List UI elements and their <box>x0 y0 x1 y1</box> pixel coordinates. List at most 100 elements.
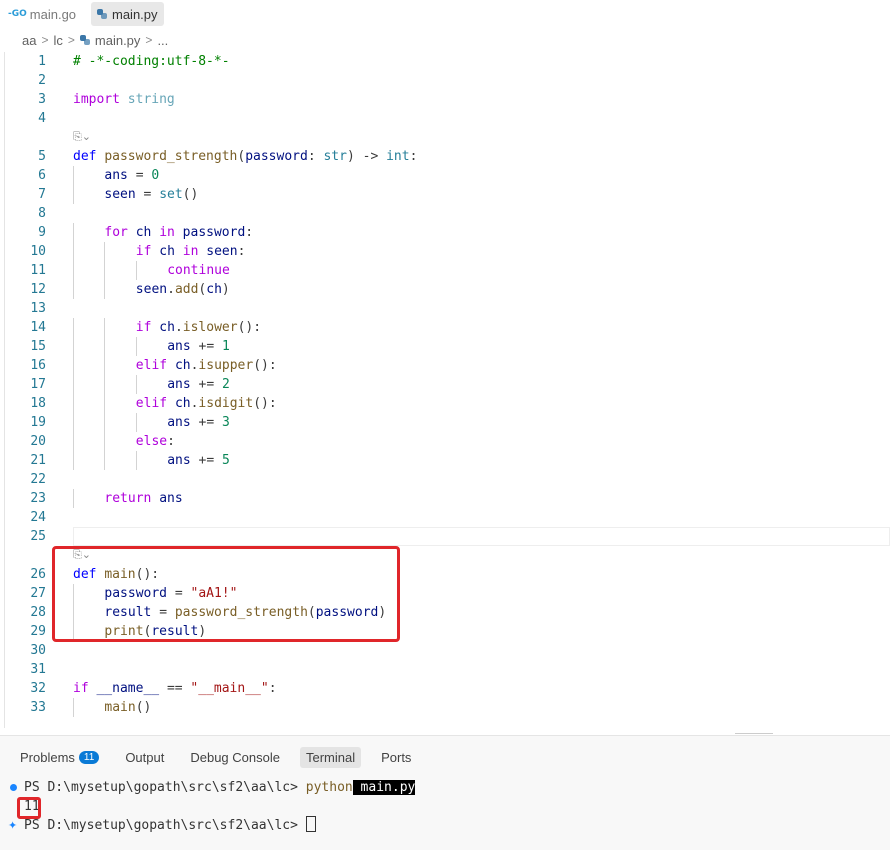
indent-guide <box>104 394 106 413</box>
indent-guide <box>73 489 74 508</box>
code-text: seen.add(ch) <box>135 282 230 297</box>
line-number: 15 <box>30 339 46 354</box>
indent-guide <box>135 337 137 356</box>
indent-guide <box>73 280 74 299</box>
tab-label: Ports <box>381 749 412 765</box>
line-number: 1 <box>38 54 46 69</box>
tab-main-py[interactable]: main.py <box>91 2 164 26</box>
terminal-line: PS D:\mysetup\gopath\src\sf2\aa\lc> pyth… <box>24 778 416 797</box>
breadcrumb-item[interactable]: main.py <box>95 33 141 48</box>
breadcrumb: aa > lc > main.py > ... <box>22 31 168 49</box>
line-number: 9 <box>38 225 46 240</box>
tab-label: main.py <box>112 6 158 22</box>
line-number: 5 <box>38 149 46 164</box>
tab-output[interactable]: Output <box>119 747 170 768</box>
breadcrumb-item[interactable]: lc <box>53 33 62 48</box>
indent-guide <box>73 337 74 356</box>
current-line-highlight <box>73 527 890 546</box>
code-text: elif ch.isupper(): <box>135 358 277 373</box>
indent-guide <box>135 261 137 280</box>
indent-guide <box>73 166 74 185</box>
indent-guide <box>104 432 106 451</box>
tab-label: Debug Console <box>190 749 280 765</box>
indent-guide <box>104 337 106 356</box>
line-number: 32 <box>30 681 46 696</box>
terminal-argument: main.py <box>352 780 416 795</box>
code-line: 19 ans += 3 <box>0 413 890 432</box>
python-icon <box>97 9 107 19</box>
code-line: 20 else: <box>0 432 890 451</box>
code-line: 33 main() <box>0 698 890 717</box>
indent-guide <box>104 356 106 375</box>
line-number: 33 <box>30 700 46 715</box>
line-number: 4 <box>38 111 46 126</box>
code-line: 22 <box>0 470 890 489</box>
code-line: 11 continue <box>0 261 890 280</box>
tab-label: Terminal <box>305 749 356 765</box>
tab-problems[interactable]: Problems 11 <box>14 747 105 768</box>
line-number: 30 <box>30 643 46 658</box>
line-number: 25 <box>30 529 46 544</box>
code-line: 15 ans += 1 <box>0 337 890 356</box>
indent-guide <box>104 318 106 337</box>
code-text: ans = 0 <box>104 168 160 183</box>
indent-guide <box>73 375 74 394</box>
code-line: 30 <box>0 641 890 660</box>
line-number: 19 <box>30 415 46 430</box>
indent-guide <box>73 318 74 337</box>
indent-guide <box>73 356 74 375</box>
panel-tab-bar: Problems 11 Output Debug Console Termina… <box>0 742 417 772</box>
panel-resize-handle[interactable] <box>735 733 773 734</box>
line-number: 6 <box>38 168 46 183</box>
copilot-icon[interactable]: ⎘⌄ <box>73 130 91 144</box>
code-text: if ch.islower(): <box>135 320 262 335</box>
code-line: 32 if __name__ == "__main__": <box>0 679 890 698</box>
sparkle-icon: ✦ <box>8 819 18 832</box>
code-line: 9 for ch in password: <box>0 223 890 242</box>
terminal-prompt: PS D:\mysetup\gopath\src\sf2\aa\lc> <box>24 780 298 795</box>
code-line: 18 elif ch.isdigit(): <box>0 394 890 413</box>
indent-guide <box>73 261 74 280</box>
tab-debug-console[interactable]: Debug Console <box>184 747 286 768</box>
python-icon <box>79 35 90 45</box>
breadcrumb-item[interactable]: ... <box>157 33 168 48</box>
line-number: 10 <box>30 244 46 259</box>
code-line: 13 <box>0 299 890 318</box>
line-number: 31 <box>30 662 46 677</box>
code-text: ans += 2 <box>167 377 230 392</box>
line-number: 26 <box>30 567 46 582</box>
tab-ports[interactable]: Ports <box>375 747 417 768</box>
line-number: 17 <box>30 377 46 392</box>
code-text: ans += 1 <box>167 339 230 354</box>
indent-guide <box>104 375 106 394</box>
code-line: 17 ans += 2 <box>0 375 890 394</box>
code-text: continue <box>167 263 230 278</box>
code-line: 4 <box>0 109 890 128</box>
tab-terminal[interactable]: Terminal <box>299 746 362 768</box>
code-text: if __name__ == "__main__": <box>73 681 277 696</box>
code-line: 23 return ans <box>0 489 890 508</box>
line-number: 3 <box>38 92 46 107</box>
main-function-highlight-box <box>52 546 400 642</box>
breadcrumb-item[interactable]: aa <box>22 33 36 48</box>
output-highlight-box <box>17 797 41 819</box>
indent-guide <box>73 223 74 242</box>
code-line: 7 seen = set() <box>0 185 890 204</box>
line-number: 23 <box>30 491 46 506</box>
chevron-right-icon: > <box>145 33 153 47</box>
line-number: 16 <box>30 358 46 373</box>
line-number: 27 <box>30 586 46 601</box>
indent-guide <box>73 242 74 261</box>
line-number: 12 <box>30 282 46 297</box>
go-icon: -GO <box>8 9 27 19</box>
tab-main-go[interactable]: -GO main.go <box>8 2 76 26</box>
code-text: seen = set() <box>104 187 199 202</box>
line-number: 8 <box>38 206 46 221</box>
line-number: 21 <box>30 453 46 468</box>
editor-tab-bar: -GO main.go main.py <box>0 0 890 30</box>
code-text: import string <box>73 92 175 107</box>
command-success-dot-icon <box>10 784 17 791</box>
line-number: 18 <box>30 396 46 411</box>
indent-guide <box>135 451 137 470</box>
code-line: 10 if ch in seen: <box>0 242 890 261</box>
